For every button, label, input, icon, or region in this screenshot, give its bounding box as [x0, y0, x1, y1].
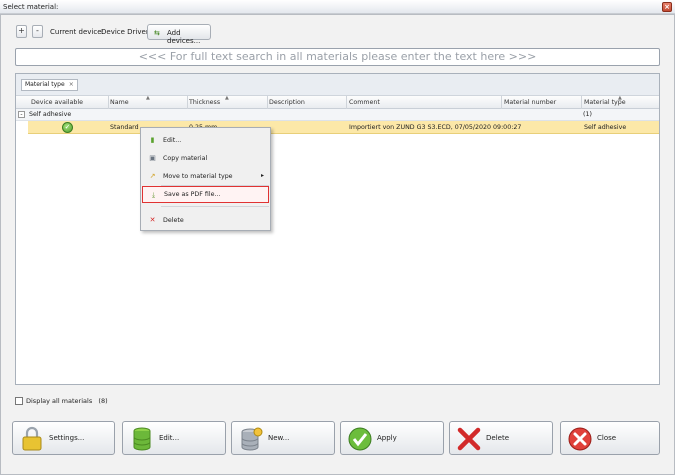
new-button[interactable]: New... [231, 421, 335, 455]
menu-item-move-to-material-type[interactable]: ↗ Move to material type ▸ [142, 169, 269, 183]
cell-comment: Importiert von ZUND G3 S3.ECD, 07/05/202… [349, 124, 522, 131]
column-comment[interactable]: Comment [349, 99, 380, 106]
title-bar: Select material: × [0, 0, 675, 14]
current-device-label: Current device: [50, 28, 104, 36]
copy-icon: ▣ [149, 154, 156, 162]
close-button[interactable]: Close [560, 421, 660, 455]
table-row[interactable]: ✓ Standard 0.25 mm Importiert von ZUND G… [28, 121, 659, 134]
new-label: New... [268, 434, 290, 442]
display-all-count: (8) [98, 397, 108, 405]
sort-icon: ▲ [618, 95, 622, 101]
group-panel: Material type × [16, 74, 659, 96]
settings-label: Settings... [49, 434, 85, 442]
materials-grid: Material type × Device available Name ▲ T… [15, 73, 660, 385]
search-input[interactable]: <<< For full text search in all material… [15, 48, 660, 66]
edit-button[interactable]: Edit... [122, 421, 226, 455]
context-menu: ▮ Edit... ▣ Copy material ↗ Move to mate… [140, 127, 271, 231]
display-all-label: Display all materials [26, 397, 93, 405]
menu-item-delete[interactable]: ✕ Delete [142, 213, 269, 227]
apply-button[interactable]: Apply [340, 421, 444, 455]
submenu-arrow-icon: ▸ [260, 172, 264, 179]
remove-button[interactable]: - [32, 25, 43, 38]
group-label: Self adhesive [29, 111, 72, 118]
window-title: Select material: [3, 3, 59, 11]
close-icon[interactable]: × [69, 81, 74, 88]
database-edit-icon [133, 427, 151, 451]
column-material-number[interactable]: Material number [504, 99, 556, 106]
column-thickness[interactable]: Thickness [189, 99, 220, 106]
apply-label: Apply [377, 434, 397, 442]
display-all-checkbox[interactable] [15, 397, 23, 405]
collapse-icon[interactable]: - [18, 111, 25, 118]
edit-icon: ▮ [150, 136, 155, 144]
edit-label: Edit... [159, 434, 180, 442]
column-description[interactable]: Description [269, 99, 305, 106]
delete-icon: ✕ [149, 216, 156, 224]
menu-item-edit[interactable]: ▮ Edit... [142, 133, 269, 147]
check-icon [348, 427, 372, 451]
pdf-icon: ⤓ [151, 191, 156, 199]
menu-item-label: Move to material type [163, 173, 233, 180]
add-devices-button[interactable]: ⇆ Add devices... [147, 24, 211, 45]
close-icon [568, 427, 592, 451]
check-circle-icon: ✓ [62, 122, 73, 133]
close-label: Close [597, 434, 617, 442]
delete-x-icon [457, 427, 481, 451]
sort-icon: ▲ [225, 95, 229, 101]
group-chip-label: Material type [25, 81, 65, 88]
column-device-available[interactable]: Device available [31, 99, 83, 106]
display-all-materials[interactable]: Display all materials (8) [15, 397, 108, 405]
menu-item-label: Delete [163, 217, 184, 224]
group-count: (1) [583, 111, 592, 118]
group-row[interactable]: - Self adhesive (1) [16, 109, 659, 121]
window-close-button[interactable]: × [662, 2, 672, 12]
menu-item-copy-material[interactable]: ▣ Copy material [142, 151, 269, 165]
menu-item-label: Edit... [163, 137, 182, 144]
move-icon: ↗ [149, 172, 156, 180]
sort-icon: ▲ [146, 95, 150, 101]
current-device-value: Device Driver [101, 28, 149, 36]
device-icon: ⇆ [154, 29, 160, 37]
column-name[interactable]: Name [110, 99, 129, 106]
group-chip-material-type[interactable]: Material type × [21, 79, 78, 91]
menu-item-save-as-pdf[interactable]: ⤓ Save as PDF file... [142, 186, 269, 203]
column-header-row: Device available Name ▲ Thickness ▲ Desc… [16, 95, 659, 109]
add-devices-label: Add devices... [167, 29, 201, 45]
cell-material-type: Self adhesive [584, 124, 627, 131]
menu-item-label: Copy material [163, 155, 208, 162]
settings-button[interactable]: Settings... [12, 421, 115, 455]
cell-name: Standard [110, 124, 139, 131]
lock-icon [22, 426, 42, 451]
menu-separator [161, 206, 269, 207]
delete-button[interactable]: Delete [449, 421, 553, 455]
add-button[interactable]: + [16, 25, 27, 38]
delete-label: Delete [486, 434, 509, 442]
menu-item-label: Save as PDF file... [164, 191, 221, 198]
database-new-icon [241, 427, 263, 451]
